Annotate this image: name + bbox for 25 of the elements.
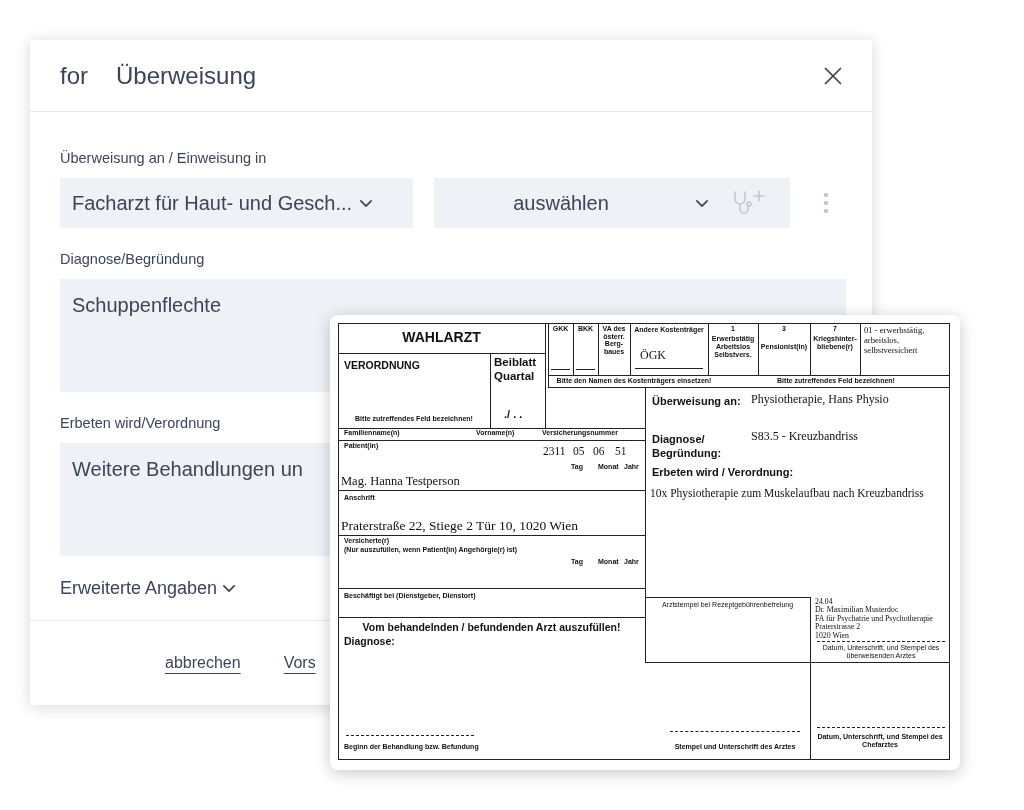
dialog-title: Überweisung	[116, 61, 257, 90]
dialog-title-prefix: for	[60, 61, 88, 90]
insurance-number: 2311	[543, 445, 566, 459]
order-title: VERORDNUNG	[344, 359, 420, 372]
patient-address: Praterstraße 22, Stiege 2 Tür 10, 1020 Wien	[341, 518, 579, 535]
insurance-number: 51	[615, 445, 627, 459]
referral-request: 10x Physiotherapie zum Muskelaufbau nach Kreuzbandriss	[650, 487, 924, 501]
supplement-title: Beiblatt Quartal	[494, 356, 538, 384]
patient-name: Mag. Hanna Testperson	[341, 474, 460, 489]
form-title: WAHLARZT	[401, 329, 482, 346]
referral-recipient: Physiotherapie, Hans Physio	[751, 392, 889, 407]
field-label: Diagnose/ Begründung:	[652, 433, 723, 461]
referral-diagnosis: S83.5 - Kreuzbandriss	[751, 429, 858, 444]
field-label: Erbeten wird / Verordnung:	[652, 466, 794, 480]
field-label: Erbeten wird/Verordnung	[60, 415, 221, 432]
field-label: Diagnose:	[344, 635, 395, 648]
field-label: Diagnose/Begründung	[60, 251, 205, 268]
field-label: Überweisung an:	[652, 395, 741, 409]
quarter-value: ./ . .	[504, 408, 523, 422]
field-label: Überweisung an / Einweisung in	[60, 150, 267, 167]
insurance-number: 06	[593, 445, 605, 459]
insurance-number: 05	[573, 445, 585, 459]
payer-value: ÖGK	[640, 348, 666, 363]
section-title: Vom behandelnden / befundenden Arzt auszufüllen!	[361, 621, 622, 634]
category-value: 01 - erwerbstätig, arbeitslos, selbstversichert	[864, 326, 926, 356]
